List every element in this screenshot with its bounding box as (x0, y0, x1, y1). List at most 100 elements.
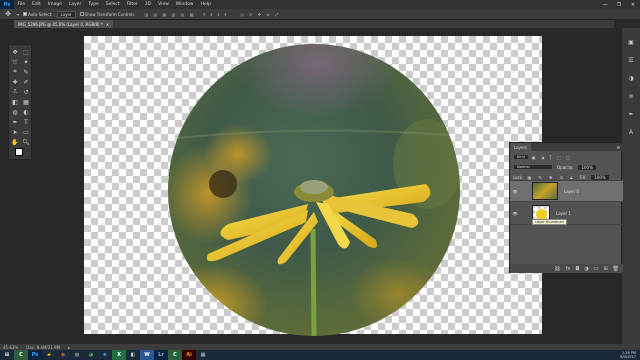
menu-image[interactable]: Image (44, 2, 65, 7)
menu-window[interactable]: Window (172, 2, 197, 7)
show-transform-checkbox[interactable]: Show Transform Controls (79, 12, 134, 17)
photoshop-taskbar-icon[interactable]: Ps (28, 350, 42, 360)
layers-panel: Layers ☰ Kind ▣ ◑ T ⬚ ▢ Normal Opacity: … (509, 142, 623, 273)
filter-icons[interactable]: ▣ ◑ T ⬚ ▢ (532, 155, 572, 160)
brush-icon[interactable]: ✐ (22, 78, 30, 86)
lasso-icon[interactable]: ➰ (11, 58, 19, 66)
visibility-eye-icon[interactable]: 👁︎ (510, 189, 520, 194)
taskbar: ⊞ C Ps ▰ ◉ ◍ ◕ e X ◧ W Lr C Ai ▦ 2:28 PM… (0, 350, 640, 360)
tool-preset-dropdown-icon[interactable]: ▾ (17, 12, 19, 17)
word-icon[interactable]: W (140, 350, 154, 360)
menu-file[interactable]: File (14, 2, 29, 7)
opacity-input[interactable]: 100% (577, 163, 597, 171)
paths-panel-icon[interactable]: ✒ (627, 110, 635, 118)
filter-row: Kind ▣ ◑ T ⬚ ▢ (510, 153, 623, 161)
chrome-icon[interactable]: ◕ (84, 350, 98, 360)
layers-footer: ⛓ fx ◘ ◑ ▭ ⊞ 🗑︎ (510, 264, 623, 273)
add-mask-icon[interactable]: ◘ (575, 266, 579, 272)
history-brush-icon[interactable]: ↺ (22, 88, 30, 96)
layer-0-name[interactable]: Layer 0 (564, 189, 579, 194)
channels-panel-icon[interactable]: ≋ (627, 92, 635, 100)
lock-icons[interactable]: ▦ ✎ ✥ ⊡ 🔒︎ (527, 175, 575, 180)
blend-row: Normal Opacity: 100% (510, 163, 623, 171)
fill-label: Fill: (579, 174, 587, 180)
filter-kind-dropdown[interactable]: Kind (513, 154, 529, 160)
character-panel-icon[interactable]: A (627, 128, 635, 136)
crop-icon[interactable]: ⌗ (11, 68, 19, 76)
illustrator-icon[interactable]: Ai (182, 350, 196, 360)
menu-view[interactable]: View (155, 2, 173, 7)
clone-stamp-icon[interactable]: ⎍ (11, 88, 19, 96)
hand-icon[interactable]: ✋ (11, 138, 19, 146)
minimize-button[interactable]: — (598, 0, 612, 9)
new-layer-icon[interactable]: ⊞ (603, 266, 607, 272)
link-layers-icon[interactable]: ⛓ (554, 266, 560, 272)
foreground-color-swatch[interactable] (15, 148, 23, 156)
camtasia-taskbar-icon[interactable]: C (14, 350, 28, 360)
status-arrow-icon[interactable]: ▸ (68, 345, 70, 350)
blur-icon[interactable]: ◍ (11, 108, 19, 116)
layers-tab[interactable]: Layers (510, 143, 532, 151)
firefox-icon[interactable]: ◉ (56, 350, 70, 360)
layer-row-layer-0[interactable]: 👁︎ Layer 0 (510, 180, 623, 202)
layer-1-name[interactable]: Layer 1 (556, 211, 571, 216)
shape-icon[interactable]: ▭ (22, 128, 30, 136)
properties-panel-icon[interactable]: ☰ (627, 56, 635, 64)
windows-start-icon[interactable]: ⊞ (0, 350, 14, 360)
marquee-icon[interactable]: ⬚ (22, 48, 30, 56)
history-panel-icon[interactable]: ▣ (627, 38, 635, 46)
auto-select-checkbox[interactable]: Auto-Select: (23, 12, 53, 17)
align-buttons[interactable]: ▥ ▤ ▦ ▥ ▤ ▦ (144, 12, 195, 17)
app-icon[interactable]: ◍ (70, 350, 84, 360)
maximize-button[interactable]: ❐ (612, 0, 626, 9)
lightroom-icon[interactable]: Lr (154, 350, 168, 360)
adjustment-layer-icon[interactable]: ◑ (584, 266, 588, 272)
new-group-icon[interactable]: ▭ (594, 266, 599, 272)
visibility-eye-icon[interactable]: 👁︎ (510, 211, 520, 216)
menu-filter[interactable]: Filter (123, 2, 141, 7)
eyedropper-icon[interactable]: ✎ (22, 68, 30, 76)
excel-icon[interactable]: X (112, 350, 126, 360)
zoom-icon[interactable]: 🔍︎ (22, 138, 30, 146)
menu-type[interactable]: Type (85, 2, 102, 7)
dodge-icon[interactable]: ◐ (22, 108, 30, 116)
file-explorer-icon[interactable]: ▰ (42, 350, 56, 360)
move-icon[interactable]: ✥ (11, 48, 19, 56)
tooltip: Layer thumbnail (532, 219, 567, 225)
menu-help[interactable]: Help (197, 2, 214, 7)
zoom-level[interactable]: 45.63% (3, 345, 18, 350)
clock[interactable]: 2:28 PM 6/4/2017 (620, 351, 640, 359)
distribute-buttons[interactable]: ⫴ ⫵ ⫴ ⫵ (204, 12, 229, 17)
3d-mode-buttons[interactable]: ◎ ⟳ ✥ ⇆ ⤢ (240, 12, 280, 17)
menu-edit[interactable]: Edit (29, 2, 45, 7)
type-icon[interactable]: T (22, 118, 30, 126)
auto-select-check-icon (23, 12, 28, 16)
options-bar: ✥ ▾ Auto-Select: Layer Show Transform Co… (0, 9, 640, 20)
menu-select[interactable]: Select (102, 2, 123, 7)
close-button[interactable]: ✕ (626, 0, 640, 9)
app-icon-3[interactable]: ▦ (196, 350, 210, 360)
layer-0-thumbnail[interactable] (532, 182, 558, 200)
menu-layer[interactable]: Layer (65, 2, 85, 7)
panel-menu-icon[interactable]: ☰ (616, 145, 623, 150)
auto-select-dropdown[interactable]: Layer (56, 10, 76, 18)
gradient-icon[interactable]: ▦ (22, 98, 30, 106)
circular-flower-image[interactable] (168, 44, 460, 336)
blend-mode-dropdown[interactable]: Normal (513, 164, 553, 170)
app-icon-2[interactable]: ◧ (126, 350, 140, 360)
healing-brush-icon[interactable]: ✚ (11, 78, 19, 86)
menu-3d[interactable]: 3D (141, 2, 154, 7)
document-tab[interactable]: IMG_5296.JPG @ 45.6% (Layer 0, RGB/8) * … (14, 20, 114, 28)
document-title: IMG_5296.JPG @ 45.6% (Layer 0, RGB/8) * (18, 21, 103, 27)
move-tool-icon[interactable]: ✥ (3, 10, 13, 18)
adjustments-panel-icon[interactable]: ◑ (627, 74, 635, 82)
magic-wand-icon[interactable]: ✦ (22, 58, 30, 66)
close-tab-icon[interactable]: ✕ (106, 22, 109, 27)
eraser-icon[interactable]: ◧ (11, 98, 19, 106)
delete-layer-icon[interactable]: 🗑︎ (613, 266, 619, 272)
pen-icon[interactable]: ✒ (11, 118, 19, 126)
path-selection-icon[interactable]: ➤ (11, 128, 19, 136)
edge-icon[interactable]: e (98, 350, 112, 360)
fx-icon[interactable]: fx (566, 266, 571, 272)
camtasia-recorder-icon[interactable]: C (168, 350, 182, 360)
